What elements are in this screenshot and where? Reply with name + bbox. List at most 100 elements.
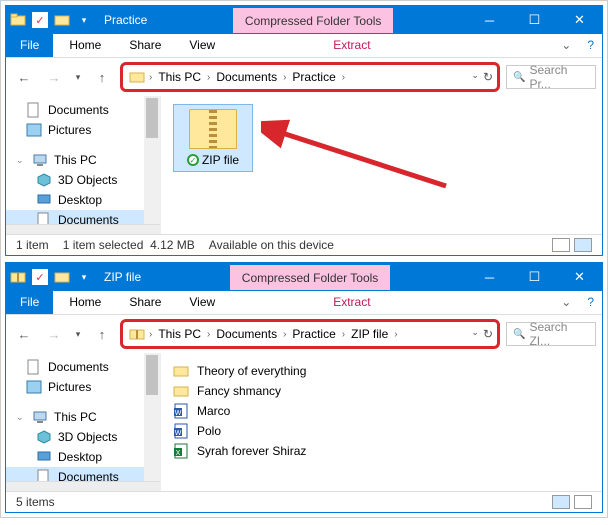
details-view-button[interactable]: [552, 495, 570, 509]
titlebar[interactable]: ✓ ▾ ZIP file Compressed Folder Tools ─ ☐…: [6, 263, 602, 291]
icons-view-button[interactable]: [574, 238, 592, 252]
sidebar-item-thispc[interactable]: ⌄This PC: [6, 407, 160, 427]
tab-home[interactable]: Home: [55, 34, 115, 57]
recent-dropdown-icon[interactable]: ▾: [72, 65, 84, 89]
contextual-tab-label[interactable]: Compressed Folder Tools: [230, 265, 391, 290]
sidebar-scroll-vertical[interactable]: [144, 96, 160, 224]
tab-home[interactable]: Home: [55, 291, 115, 314]
address-bar[interactable]: › This PC › Documents › Practice › ZIP f…: [120, 319, 500, 349]
navigation-pane[interactable]: Documents Pictures ⌄This PC 3D Objects D…: [6, 353, 161, 491]
list-item[interactable]: Fancy shmancy: [173, 381, 590, 401]
tab-view[interactable]: View: [175, 34, 229, 57]
tab-share[interactable]: Share: [115, 291, 175, 314]
chevron-right-icon[interactable]: ›: [392, 329, 399, 340]
properties-icon[interactable]: ✓: [32, 12, 48, 28]
breadcrumb-thispc[interactable]: This PC: [154, 325, 205, 343]
search-input[interactable]: 🔍 Search Pr...: [506, 65, 596, 89]
sidebar-scroll-horizontal[interactable]: [6, 481, 160, 491]
file-name: ZIP file: [202, 153, 239, 167]
chevron-right-icon[interactable]: ›: [205, 72, 212, 83]
breadcrumb-thispc[interactable]: This PC: [154, 68, 205, 86]
navigation-pane[interactable]: Documents Pictures ⌄This PC 3D Objects D…: [6, 96, 161, 234]
tab-file[interactable]: File: [6, 34, 53, 57]
file-name: Polo: [197, 424, 221, 438]
maximize-button[interactable]: ☐: [512, 6, 557, 34]
sidebar-item-3dobjects[interactable]: 3D Objects: [6, 427, 160, 447]
help-icon[interactable]: ?: [579, 291, 602, 314]
file-view[interactable]: Theory of everything Fancy shmancy WMarc…: [161, 353, 602, 491]
file-name: Fancy shmancy: [197, 384, 281, 398]
ribbon-collapse-icon[interactable]: ⌄: [553, 291, 579, 314]
tab-share[interactable]: Share: [115, 34, 175, 57]
sidebar-scroll-vertical[interactable]: [144, 353, 160, 481]
chevron-right-icon[interactable]: ›: [281, 72, 288, 83]
search-icon: 🔍: [513, 329, 525, 340]
breadcrumb-documents[interactable]: Documents: [212, 68, 281, 86]
folder-icon: [173, 383, 189, 399]
help-icon[interactable]: ?: [579, 34, 602, 57]
back-button[interactable]: ←: [12, 65, 36, 89]
list-item[interactable]: XSyrah forever Shiraz: [173, 441, 590, 461]
up-button[interactable]: ↑: [90, 322, 114, 346]
sidebar-item-desktop[interactable]: Desktop: [6, 190, 160, 210]
list-item[interactable]: Theory of everything: [173, 361, 590, 381]
address-dropdown-icon[interactable]: ⌄: [471, 70, 479, 84]
chevron-right-icon[interactable]: ›: [147, 72, 154, 83]
chevron-down-icon[interactable]: ⌄: [16, 155, 26, 166]
address-bar[interactable]: › This PC › Documents › Practice › ⌄ ↻: [120, 62, 500, 92]
sidebar-item-documents[interactable]: Documents: [6, 357, 160, 377]
sidebar-item-thispc[interactable]: ⌄This PC: [6, 150, 160, 170]
tab-view[interactable]: View: [175, 291, 229, 314]
breadcrumb-zipfile[interactable]: ZIP file: [347, 325, 392, 343]
forward-button[interactable]: →: [42, 322, 66, 346]
breadcrumb-documents[interactable]: Documents: [212, 325, 281, 343]
back-button[interactable]: ←: [12, 322, 36, 346]
contextual-tab-label[interactable]: Compressed Folder Tools: [233, 8, 394, 33]
search-input[interactable]: 🔍 Search ZI...: [506, 322, 596, 346]
forward-button[interactable]: →: [42, 65, 66, 89]
tab-file[interactable]: File: [6, 291, 53, 314]
refresh-icon[interactable]: ↻: [483, 327, 493, 341]
search-icon: 🔍: [513, 72, 525, 83]
chevron-right-icon[interactable]: ›: [281, 329, 288, 340]
file-item-zip[interactable]: ✓ZIP file: [173, 104, 253, 172]
ribbon-collapse-icon[interactable]: ⌄: [553, 34, 579, 57]
breadcrumb-practice[interactable]: Practice: [288, 68, 339, 86]
file-view[interactable]: ✓ZIP file: [161, 96, 602, 234]
sidebar-item-pictures[interactable]: Pictures: [6, 120, 160, 140]
up-button[interactable]: ↑: [90, 65, 114, 89]
tab-extract[interactable]: Extract: [319, 34, 384, 57]
icons-view-button[interactable]: [574, 495, 592, 509]
qat-dropdown-icon[interactable]: ▾: [76, 12, 92, 28]
maximize-button[interactable]: ☐: [512, 263, 557, 291]
qat-dropdown-icon[interactable]: ▾: [76, 269, 92, 285]
recent-dropdown-icon[interactable]: ▾: [72, 322, 84, 346]
tab-extract[interactable]: Extract: [319, 291, 384, 314]
file-name: Theory of everything: [197, 364, 306, 378]
address-dropdown-icon[interactable]: ⌄: [471, 327, 479, 341]
sidebar-item-pictures[interactable]: Pictures: [6, 377, 160, 397]
breadcrumb-practice[interactable]: Practice: [288, 325, 339, 343]
properties-icon[interactable]: ✓: [32, 269, 48, 285]
sync-status-icon: ✓: [187, 154, 199, 166]
close-button[interactable]: ✕: [557, 6, 602, 34]
list-item[interactable]: WMarco: [173, 401, 590, 421]
list-item[interactable]: WPolo: [173, 421, 590, 441]
sidebar-item-3dobjects[interactable]: 3D Objects: [6, 170, 160, 190]
chevron-right-icon[interactable]: ›: [205, 329, 212, 340]
new-folder-icon[interactable]: [54, 269, 70, 285]
sidebar-item-desktop[interactable]: Desktop: [6, 447, 160, 467]
close-button[interactable]: ✕: [557, 263, 602, 291]
minimize-button[interactable]: ─: [467, 263, 512, 291]
details-view-button[interactable]: [552, 238, 570, 252]
sidebar-scroll-horizontal[interactable]: [6, 224, 160, 234]
titlebar[interactable]: ✓ ▾ Practice Compressed Folder Tools ─ ☐…: [6, 6, 602, 34]
chevron-right-icon[interactable]: ›: [340, 72, 347, 83]
sidebar-item-documents[interactable]: Documents: [6, 100, 160, 120]
new-folder-icon[interactable]: [54, 12, 70, 28]
chevron-right-icon[interactable]: ›: [340, 329, 347, 340]
chevron-down-icon[interactable]: ⌄: [16, 412, 26, 423]
minimize-button[interactable]: ─: [467, 6, 512, 34]
refresh-icon[interactable]: ↻: [483, 70, 493, 84]
chevron-right-icon[interactable]: ›: [147, 329, 154, 340]
